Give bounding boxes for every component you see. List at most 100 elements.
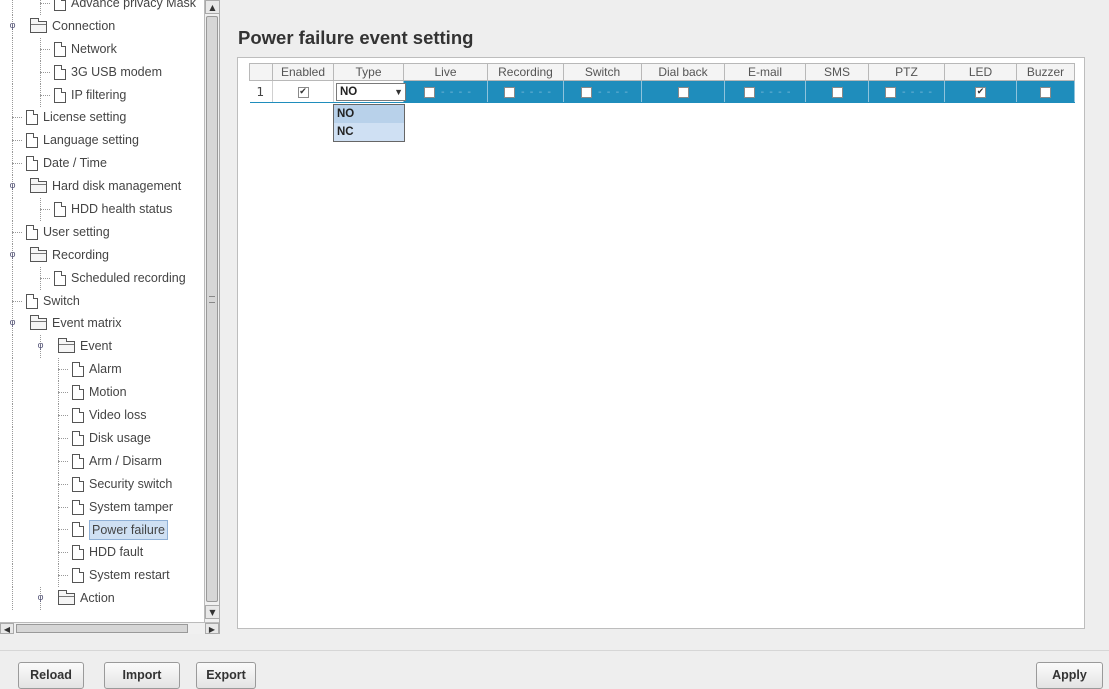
- tree-item-label: HDD fault: [89, 545, 144, 560]
- tree-item[interactable]: System tamper: [0, 495, 204, 519]
- event-table-area: Enabled Type Live Recording Switch Dial …: [237, 57, 1085, 629]
- recording-checkbox[interactable]: [504, 86, 515, 98]
- email-checkbox[interactable]: [743, 86, 755, 98]
- apply-button[interactable]: Apply: [1036, 662, 1103, 689]
- tree-item-label: Date / Time: [43, 156, 107, 171]
- scroll-down-arrow-icon[interactable]: ▼: [205, 605, 220, 619]
- col-header-enabled[interactable]: Enabled: [272, 63, 334, 81]
- tree-guide-line: [12, 37, 13, 61]
- live-checkbox[interactable]: [424, 86, 435, 98]
- col-header-recording[interactable]: Recording: [487, 63, 564, 81]
- tree-item[interactable]: System restart: [0, 564, 204, 588]
- document-icon: [72, 545, 84, 561]
- tree-item[interactable]: Disk usage: [0, 426, 204, 450]
- main-panel: Power failure event setting Enabled Type…: [230, 0, 1109, 634]
- email-cell[interactable]: - - - -: [724, 80, 806, 103]
- dial-back-cell[interactable]: [641, 80, 725, 103]
- document-icon: [54, 64, 66, 80]
- tree-item[interactable]: 3G USB modem: [0, 60, 204, 84]
- col-header-email[interactable]: E-mail: [724, 63, 806, 81]
- scroll-left-arrow-icon[interactable]: ◀: [0, 623, 14, 634]
- tree-item[interactable]: φ Event: [0, 335, 204, 359]
- sms-checkbox[interactable]: [831, 86, 843, 98]
- enabled-checkbox[interactable]: [297, 86, 309, 98]
- tree-guide-line: [12, 335, 13, 359]
- tree-item[interactable]: Motion: [0, 381, 204, 405]
- tree-branch-line: [58, 415, 68, 417]
- tree-item[interactable]: Video loss: [0, 404, 204, 428]
- col-header-ptz[interactable]: PTZ: [868, 63, 945, 81]
- tree-guide-line: [12, 587, 13, 611]
- tree-expander-icon[interactable]: φ: [36, 340, 45, 352]
- tree-item[interactable]: Security switch: [0, 472, 204, 496]
- sms-cell[interactable]: [805, 80, 869, 103]
- tree-item[interactable]: φ Connection: [0, 14, 204, 38]
- tree-item[interactable]: HDD fault: [0, 541, 204, 565]
- col-header-type[interactable]: Type: [333, 63, 404, 81]
- tree-item[interactable]: Scheduled recording: [0, 266, 204, 290]
- tree-item[interactable]: User setting: [0, 220, 204, 244]
- tree-item[interactable]: HDD health status: [0, 198, 204, 222]
- col-header-switch[interactable]: Switch: [563, 63, 642, 81]
- col-header-buzzer[interactable]: Buzzer: [1016, 63, 1075, 81]
- tree-branch-line: [40, 48, 50, 50]
- tree-item-label: Recording: [52, 247, 109, 262]
- document-icon: [72, 453, 84, 469]
- col-header-live[interactable]: Live: [403, 63, 488, 81]
- recording-cell[interactable]: - - - -: [487, 80, 564, 103]
- led-cell[interactable]: [944, 80, 1017, 103]
- tree-expander-icon[interactable]: φ: [8, 249, 17, 261]
- tree-item[interactable]: φ Event matrix: [0, 312, 204, 336]
- col-header-sms[interactable]: SMS: [805, 63, 869, 81]
- ptz-checkbox[interactable]: [885, 86, 896, 98]
- switch-cell[interactable]: - - - -: [563, 80, 642, 103]
- tree-branch-line: [58, 437, 68, 439]
- tree-item[interactable]: Advance privacy Mask: [0, 0, 204, 15]
- tree-item[interactable]: Date / Time: [0, 152, 204, 176]
- type-cell[interactable]: NO ▼: [333, 80, 406, 103]
- type-option-nc[interactable]: NC: [334, 123, 404, 141]
- tree-item[interactable]: License setting: [0, 106, 204, 130]
- table-row[interactable]: 1 NO ▼ - - - - - - - - - - - - - - - - -: [249, 80, 1075, 103]
- tree-item[interactable]: φ Hard disk management: [0, 175, 204, 199]
- tree-item[interactable]: φ Recording: [0, 243, 204, 267]
- table-header-row: Enabled Type Live Recording Switch Dial …: [249, 63, 1075, 81]
- tree-item[interactable]: Arm / Disarm: [0, 449, 204, 473]
- buzzer-cell[interactable]: [1016, 80, 1075, 103]
- scroll-right-arrow-icon[interactable]: ▶: [205, 623, 219, 634]
- col-header-dial-back[interactable]: Dial back: [641, 63, 725, 81]
- type-dropdown[interactable]: NO ▼: [336, 83, 406, 101]
- tree-expander-icon[interactable]: φ: [8, 317, 17, 329]
- tree-horizontal-scrollbar[interactable]: ◀ ▶: [0, 622, 219, 634]
- dial-back-checkbox[interactable]: [677, 86, 689, 98]
- tree-expander-icon[interactable]: φ: [8, 20, 17, 32]
- tree-expander-icon[interactable]: φ: [8, 180, 17, 192]
- export-button[interactable]: Export: [196, 662, 256, 689]
- document-icon: [72, 408, 84, 424]
- tree-vertical-scrollbar[interactable]: ▲ ▼: [204, 0, 220, 622]
- led-checkbox[interactable]: [975, 86, 986, 98]
- ptz-cell[interactable]: - - - -: [868, 80, 945, 103]
- tree-item[interactable]: Power failure: [0, 518, 204, 542]
- folder-icon: [58, 590, 75, 606]
- tree-item[interactable]: IP filtering: [0, 83, 204, 107]
- reload-button[interactable]: Reload: [18, 662, 84, 689]
- switch-checkbox[interactable]: [581, 86, 592, 98]
- hscroll-thumb[interactable]: [16, 624, 188, 633]
- tree-item[interactable]: φ Action: [0, 587, 204, 611]
- enabled-cell[interactable]: [272, 80, 334, 103]
- scroll-thumb[interactable]: [206, 16, 218, 602]
- tree-expander-icon[interactable]: φ: [36, 592, 45, 604]
- import-button[interactable]: Import: [104, 662, 180, 689]
- type-option-no[interactable]: NO: [334, 105, 404, 123]
- tree-item[interactable]: Switch: [0, 289, 204, 313]
- col-header-led[interactable]: LED: [944, 63, 1017, 81]
- chevron-down-icon[interactable]: ▼: [394, 84, 403, 100]
- live-cell[interactable]: - - - -: [403, 80, 488, 103]
- tree-item[interactable]: Network: [0, 37, 204, 61]
- buzzer-checkbox[interactable]: [1040, 86, 1051, 98]
- tree-item[interactable]: Alarm: [0, 358, 204, 382]
- scroll-up-arrow-icon[interactable]: ▲: [205, 0, 220, 14]
- tree-item[interactable]: Language setting: [0, 129, 204, 153]
- scroll-grip-icon: [209, 296, 215, 303]
